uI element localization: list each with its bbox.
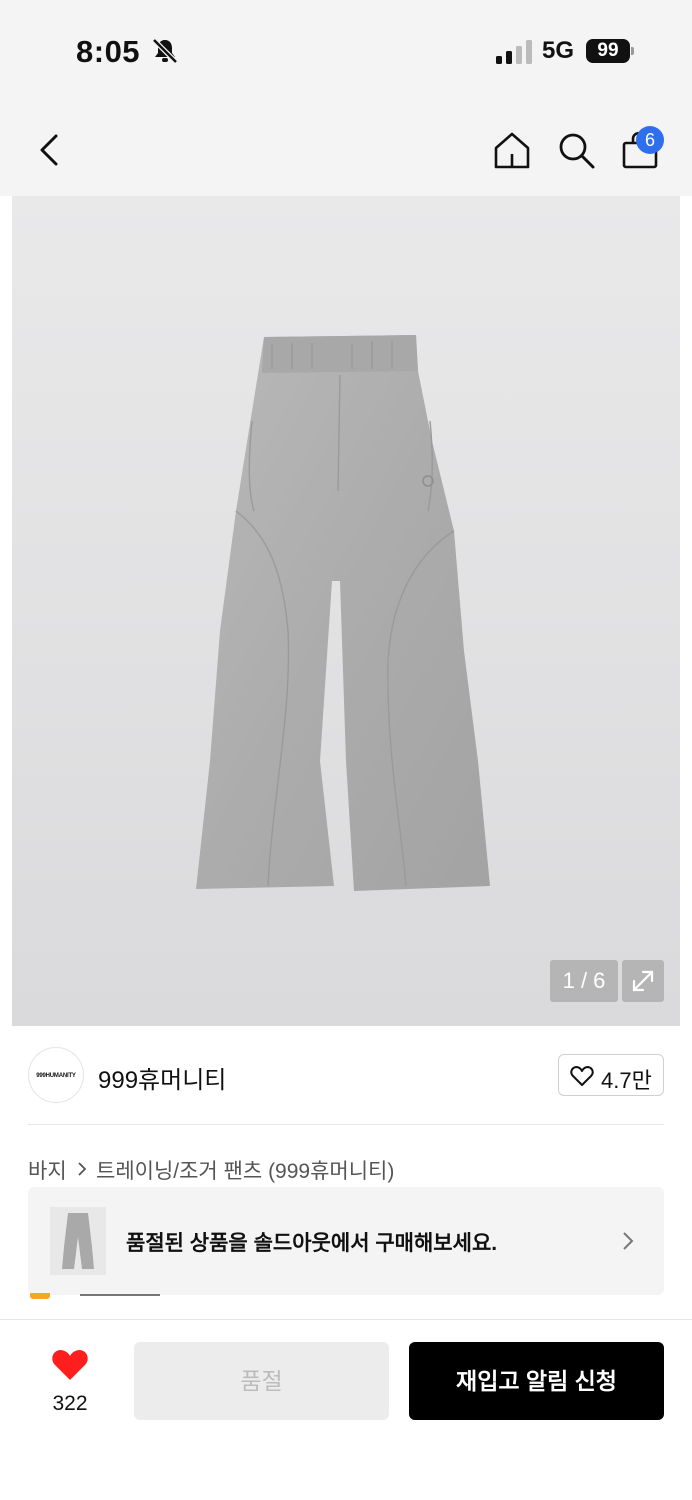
breadcrumb-category[interactable]: 바지 (28, 1155, 67, 1185)
star-icon (30, 1293, 50, 1299)
chevron-right-icon (623, 1232, 634, 1250)
brand-logo[interactable]: 999HUMANITY (28, 1047, 84, 1103)
banner-thumbnail (50, 1207, 106, 1275)
battery-nub (631, 47, 634, 55)
soldout-button: 품절 (134, 1342, 389, 1420)
cart-count-badge: 6 (636, 126, 664, 154)
bottom-action-bar: 322 품절 재입고 알림 신청 (0, 1319, 692, 1500)
brand-name[interactable]: 999휴머니티 (98, 1060, 226, 1095)
product-image-gallery[interactable]: 1 / 6 (12, 196, 680, 1026)
heart-filled-icon (52, 1350, 88, 1380)
chevron-right-icon (78, 1162, 87, 1176)
expand-icon[interactable] (622, 960, 664, 1002)
divider (28, 1124, 664, 1125)
signal-icon (496, 40, 532, 64)
like-count: 322 (52, 1392, 88, 1415)
like-button[interactable]: 322 (40, 1348, 100, 1420)
soldout-banner[interactable]: 품절된 상품을 솔드아웃에서 구매해보세요. (28, 1187, 664, 1295)
product-photo (196, 335, 490, 891)
home-icon[interactable] (492, 130, 532, 170)
battery-icon: 99 (586, 39, 634, 63)
brand-like-count: 4.7만 (601, 1068, 652, 1093)
soldout-banner-message: 품절된 상품을 솔드아웃에서 구매해보세요. (126, 1232, 498, 1255)
restock-alert-button[interactable]: 재입고 알림 신청 (409, 1342, 664, 1420)
brand-like-button[interactable]: 4.7만 (558, 1054, 664, 1096)
status-bar: 8:05 5G 99 (0, 0, 692, 100)
back-icon[interactable] (32, 128, 68, 172)
network-label: 5G (542, 37, 575, 64)
battery-level: 99 (586, 39, 630, 63)
status-time: 8:05 (76, 34, 141, 69)
top-area: 8:05 5G 99 6 (0, 0, 692, 196)
bell-off-icon (152, 38, 178, 64)
rating-underline (80, 1294, 160, 1296)
search-icon[interactable] (556, 130, 596, 170)
breadcrumb-subcategory[interactable]: 트레이닝/조거 팬츠 (999휴머니티) (96, 1155, 394, 1185)
image-counter: 1 / 6 (550, 960, 618, 1002)
heart-outline-icon (570, 1066, 594, 1086)
